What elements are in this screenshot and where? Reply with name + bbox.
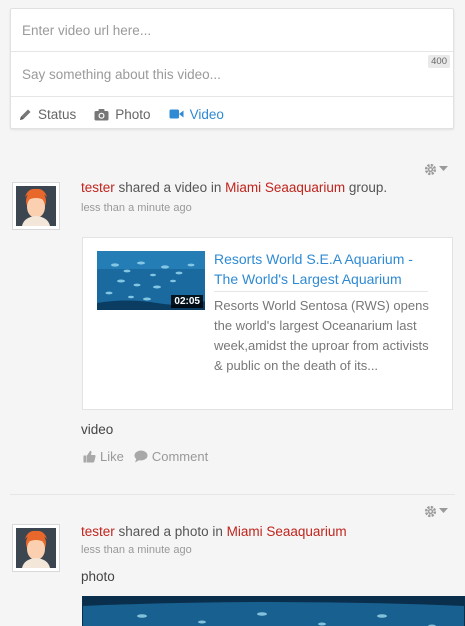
- comment-bubble-icon: [134, 450, 148, 463]
- gear-icon: [424, 163, 437, 175]
- tab-video[interactable]: Video: [169, 107, 224, 122]
- headline-action-text: shared a photo in: [114, 524, 227, 539]
- post-headline: tester shared a video in Miami Seaaquari…: [81, 180, 387, 195]
- video-camera-icon: [169, 109, 184, 119]
- like-button[interactable]: Like: [83, 449, 124, 464]
- video-description: Resorts World Sentosa (RWS) opens the wo…: [214, 298, 429, 373]
- camera-icon: [94, 108, 109, 120]
- group-link[interactable]: Miami Seaaquarium: [225, 180, 345, 195]
- video-title-link[interactable]: Resorts World S.E.A Aquarium - The World…: [214, 249, 439, 289]
- post-headline: tester shared a photo in Miami Seaaquari…: [81, 524, 347, 539]
- tab-photo-label: Photo: [115, 106, 151, 122]
- feed-item-video: tester shared a video in Miami Seaaquari…: [10, 160, 454, 480]
- character-limit-badge: 400: [428, 55, 450, 68]
- post-message: video: [81, 422, 114, 437]
- aquarium-photo-image: [82, 596, 465, 626]
- post-message: photo: [81, 569, 115, 584]
- pencil-icon: [20, 109, 31, 120]
- tab-status[interactable]: Status: [19, 107, 76, 122]
- like-label: Like: [100, 449, 124, 464]
- author-link[interactable]: tester: [81, 524, 115, 539]
- avatar[interactable]: [12, 182, 60, 230]
- post-timestamp: less than a minute ago: [81, 544, 192, 556]
- item-options-menu[interactable]: [424, 162, 448, 176]
- video-title-divider: [214, 291, 428, 292]
- feed-divider: [10, 494, 455, 495]
- user-avatar-icon: [22, 530, 50, 568]
- gear-icon: [424, 505, 437, 517]
- tab-status-label: Status: [38, 106, 77, 122]
- composer-tabs: Status Photo Video: [11, 98, 453, 130]
- tab-photo[interactable]: Photo: [94, 106, 151, 122]
- group-link[interactable]: Miami Seaaquarium: [227, 524, 347, 539]
- caret-down-icon: [439, 166, 448, 171]
- shared-photo[interactable]: [82, 596, 465, 626]
- feed-item-photo: tester shared a photo in Miami Seaaquari…: [10, 502, 465, 626]
- video-thumbnail[interactable]: 02:05: [97, 251, 205, 310]
- thumbs-up-icon: [83, 450, 96, 463]
- item-options-menu[interactable]: [424, 504, 448, 518]
- caret-down-icon: [439, 508, 448, 513]
- tab-video-label: Video: [189, 106, 224, 122]
- video-message-input[interactable]: [11, 53, 453, 97]
- video-duration: 02:05: [171, 295, 203, 308]
- post-timestamp: less than a minute ago: [81, 202, 192, 214]
- share-video-composer: 400 Status Photo Video: [10, 8, 454, 129]
- video-preview-card[interactable]: 02:05 Resorts World S.E.A Aquarium - The…: [82, 237, 453, 410]
- comment-button[interactable]: Comment: [134, 449, 208, 464]
- avatar[interactable]: [12, 524, 60, 572]
- headline-suffix: group.: [345, 180, 388, 195]
- comment-label: Comment: [151, 449, 209, 464]
- video-url-input[interactable]: [11, 9, 453, 52]
- user-avatar-icon: [22, 188, 50, 226]
- author-link[interactable]: tester: [81, 180, 115, 195]
- headline-action-text: shared a video in: [114, 180, 226, 195]
- post-actions: Like Comment: [83, 449, 218, 464]
